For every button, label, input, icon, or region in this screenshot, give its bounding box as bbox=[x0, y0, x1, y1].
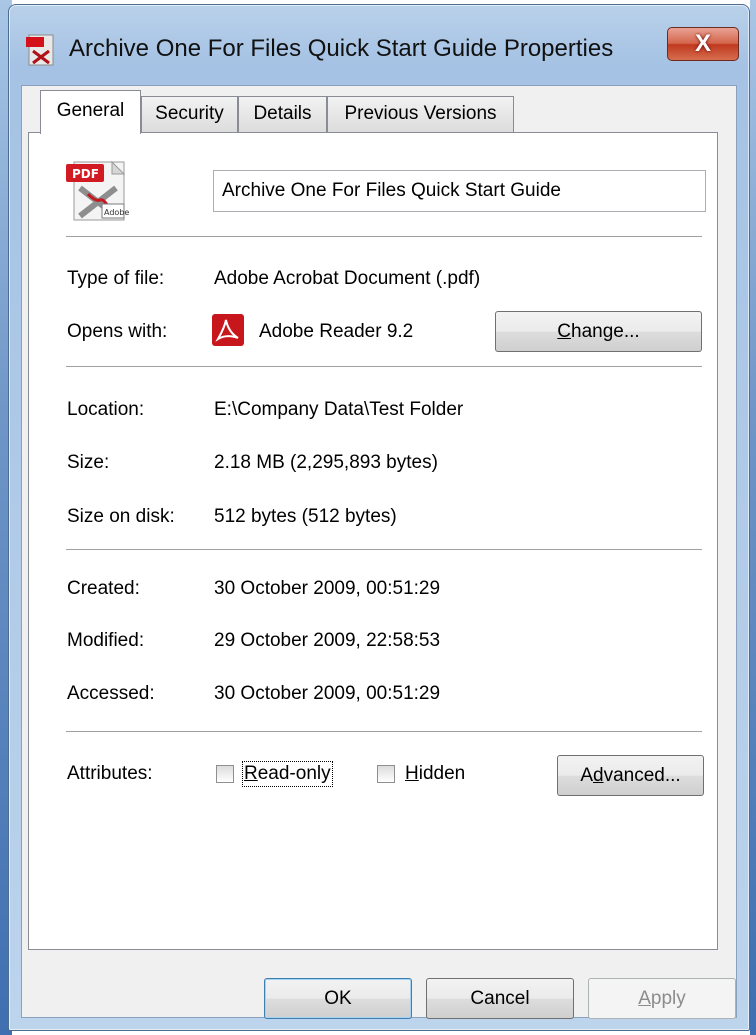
readonly-checkbox[interactable] bbox=[216, 765, 234, 783]
advanced-rest: vanced... bbox=[603, 765, 681, 786]
window-title: Archive One For Files Quick Start Guide … bbox=[69, 35, 614, 62]
cancel-button[interactable]: Cancel bbox=[426, 978, 574, 1019]
tab-security-label: Security bbox=[155, 103, 224, 124]
tab-previous-versions[interactable]: Previous Versions bbox=[327, 96, 514, 132]
change-mnemonic: C bbox=[557, 321, 572, 342]
apply-button[interactable]: Apply bbox=[588, 978, 736, 1019]
tab-security[interactable]: Security bbox=[141, 96, 238, 132]
change-label: hange... bbox=[571, 321, 640, 342]
desktop-background-right bbox=[750, 0, 756, 1035]
hidden-checkbox-label[interactable]: Hidden bbox=[405, 763, 465, 785]
general-tab-panel bbox=[28, 132, 718, 950]
advanced-button[interactable]: Advanced... bbox=[557, 755, 704, 796]
tab-general[interactable]: General bbox=[40, 90, 141, 134]
apply-mnemonic: A bbox=[638, 988, 651, 1009]
tab-previous-versions-label: Previous Versions bbox=[344, 103, 497, 124]
pdf-file-icon bbox=[26, 34, 54, 66]
close-button[interactable]: X bbox=[667, 27, 739, 61]
ok-button[interactable]: OK bbox=[264, 978, 412, 1019]
readonly-mnemonic: R bbox=[244, 763, 258, 784]
advanced-prefix: A bbox=[580, 765, 593, 786]
readonly-label-text: ead-only bbox=[257, 763, 331, 784]
hidden-label-text: idden bbox=[418, 763, 466, 784]
tab-general-label: General bbox=[56, 100, 125, 121]
file-name-field[interactable] bbox=[213, 170, 706, 212]
title-bar[interactable]: Archive One For Files Quick Start Guide … bbox=[9, 5, 749, 79]
apply-rest: pply bbox=[650, 988, 686, 1009]
advanced-mnemonic: d bbox=[593, 765, 604, 786]
change-button[interactable]: Change... bbox=[495, 311, 702, 352]
hidden-checkbox[interactable] bbox=[377, 765, 395, 783]
tab-details[interactable]: Details bbox=[238, 96, 327, 132]
hidden-mnemonic: H bbox=[405, 763, 419, 784]
tab-details-label: Details bbox=[253, 103, 312, 124]
readonly-checkbox-label[interactable]: Read-only bbox=[242, 761, 333, 787]
